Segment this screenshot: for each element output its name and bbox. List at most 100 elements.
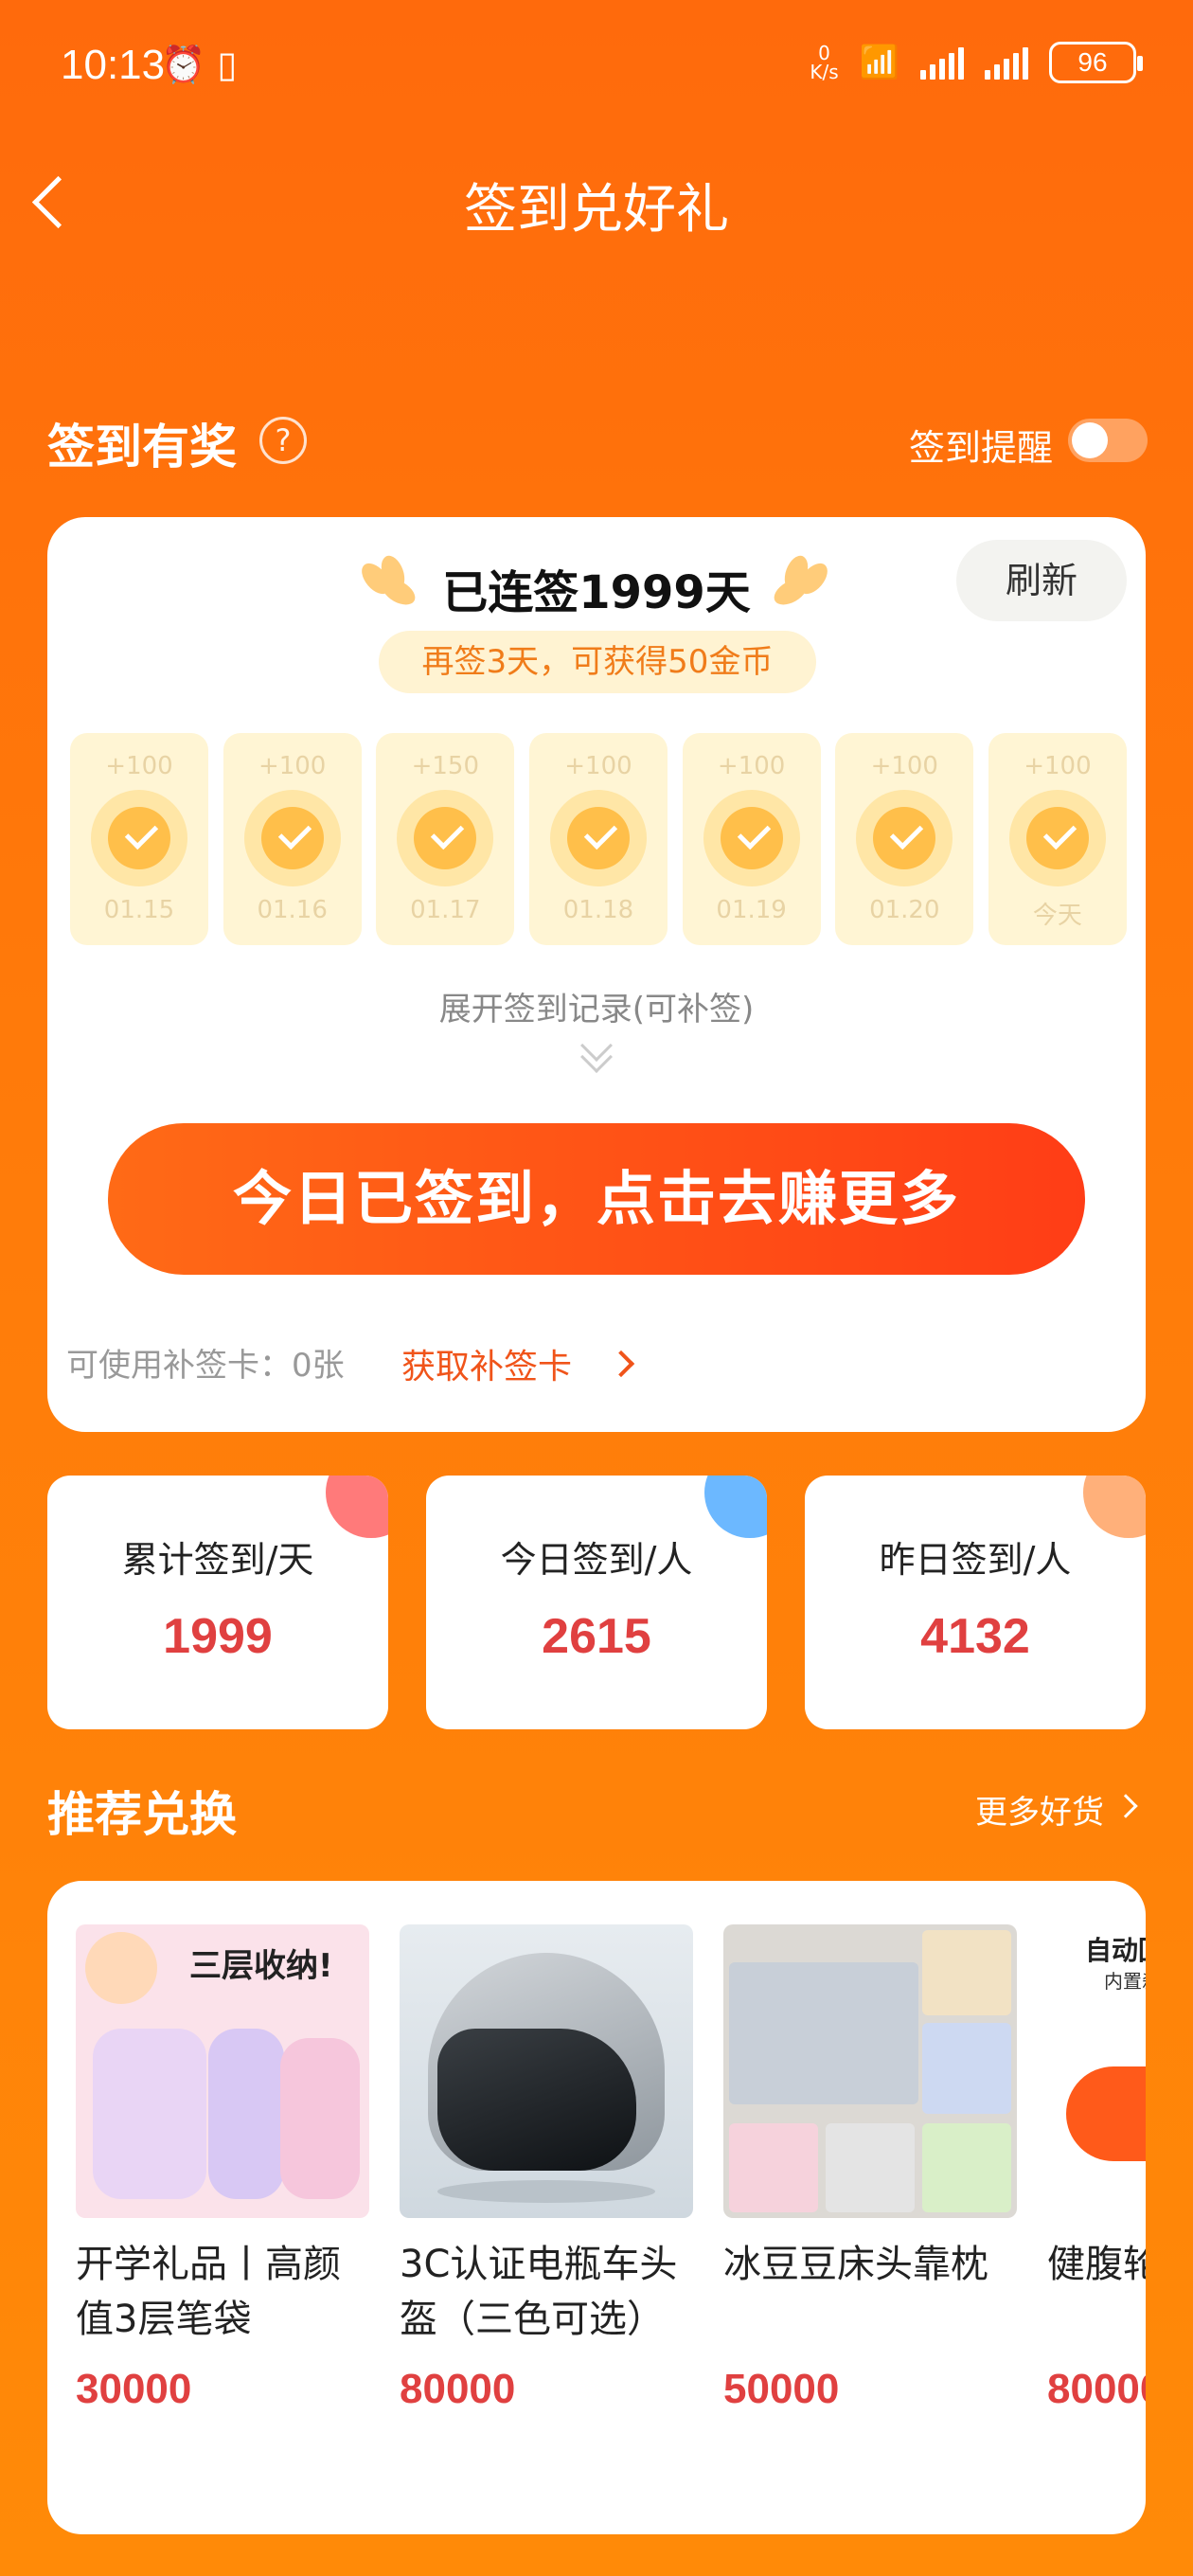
- product-item[interactable]: 三层收纳! 开学礼品丨高颜值3层笔袋 30000: [76, 1924, 369, 2413]
- product-image-pillow: [723, 1924, 1017, 2218]
- battery-icon: 96: [1049, 42, 1143, 83]
- stat-value: 1999: [163, 1609, 273, 1664]
- stat-card-total: 累计签到/天 1999: [47, 1476, 388, 1729]
- reminder-toggle[interactable]: [1068, 419, 1148, 462]
- more-goods-link[interactable]: 更多好货: [975, 1786, 1104, 1833]
- product-name: 3C认证电瓶车头盔（三色可选）: [400, 2243, 678, 2341]
- image-sub-text: 内置刹: [1104, 1970, 1146, 1993]
- check-icon: [1008, 790, 1106, 886]
- day-points: +100: [258, 752, 327, 780]
- decor-dot: [326, 1476, 388, 1538]
- day-points: +100: [717, 752, 786, 780]
- status-right: 0 K/s 📶 96: [810, 42, 1143, 83]
- day-date: 01.19: [716, 896, 787, 924]
- refresh-button[interactable]: 刷新: [956, 540, 1127, 621]
- get-makeup-card-link[interactable]: 获取补签卡: [401, 1339, 572, 1388]
- decor-dot: [704, 1476, 767, 1538]
- expand-record-link[interactable]: 展开签到记录(可补签): [47, 983, 1146, 1029]
- earn-more-button[interactable]: 今日已签到，点击去赚更多: [108, 1123, 1085, 1275]
- day-date: 01.20: [869, 896, 940, 924]
- decor-dot: [1083, 1476, 1146, 1538]
- product-item[interactable]: 自动回 内置刹 健腹轮 80000: [1047, 1924, 1146, 2413]
- image-banner-text: 自动回: [1085, 1935, 1146, 1966]
- day-cell: +100 01.20: [835, 733, 974, 945]
- product-price: 80000: [400, 2366, 516, 2412]
- day-date: 01.17: [410, 896, 481, 924]
- stat-card-yesterday: 昨日签到/人 4132: [805, 1476, 1146, 1729]
- product-item[interactable]: 冰豆豆床头靠枕 50000: [723, 1924, 1017, 2413]
- stat-value: 2615: [542, 1609, 651, 1664]
- product-price: 80000: [1047, 2366, 1146, 2412]
- check-icon: [549, 790, 647, 886]
- recommend-list: 三层收纳! 开学礼品丨高颜值3层笔袋 30000 3C认证电瓶车头盔（三色可选）…: [47, 1881, 1146, 2534]
- chevron-right-icon[interactable]: [607, 1350, 635, 1378]
- status-bar: 10:13 ⏰ ▯ 0 K/s 📶 96: [0, 0, 1193, 142]
- sign-card: 已连签1999天 刷新 再签3天，可获得50金币 +100 01.15 +100 0…: [47, 517, 1146, 1432]
- pillow-shape: [922, 2023, 1011, 2114]
- day-points: +100: [870, 752, 938, 780]
- check-icon: [91, 790, 187, 886]
- stat-card-today: 今日签到/人 2615: [426, 1476, 767, 1729]
- pillow-shape: [729, 1962, 918, 2104]
- wheat-right-icon: [763, 552, 833, 611]
- pillow-shape: [729, 2123, 818, 2212]
- helmet-stand: [437, 2180, 655, 2203]
- image-banner-text: 三层收纳!: [189, 1947, 333, 1985]
- toggle-knob: [1072, 422, 1108, 458]
- roller-shape: [1066, 2066, 1146, 2161]
- day-cell: +100 01.19: [682, 733, 821, 945]
- page-title: 签到兑好礼: [464, 179, 729, 241]
- day-date: 01.15: [103, 896, 175, 924]
- recommend-title: 推荐兑换: [47, 1787, 237, 1842]
- bag-shape: [280, 2038, 360, 2199]
- wifi-icon: 📶: [859, 44, 899, 81]
- bag-shape: [93, 2029, 206, 2199]
- check-icon: [703, 790, 800, 886]
- day-points: +150: [411, 752, 480, 780]
- day-date: 01.16: [257, 896, 328, 924]
- alarm-vibrate-icons: ⏰ ▯: [161, 44, 238, 85]
- makeup-card-count: 可使用补签卡：0张: [66, 1347, 345, 1385]
- stat-label: 今日签到/人: [500, 1539, 693, 1581]
- pillow-shape: [922, 1930, 1011, 2015]
- product-image-pencil-case: 三层收纳!: [76, 1924, 369, 2218]
- sign-section-title: 签到有奖: [47, 420, 237, 474]
- product-image-ab-roller: 自动回 内置刹: [1047, 1924, 1146, 2218]
- product-price: 30000: [76, 2366, 192, 2412]
- product-image-helmet: [400, 1924, 693, 2218]
- product-name: 冰豆豆床头靠枕: [723, 2243, 988, 2286]
- product-name: 开学礼品丨高颜值3层笔袋: [76, 2243, 341, 2341]
- check-icon: [243, 790, 341, 886]
- day-points: +100: [1024, 752, 1092, 780]
- net-speed: 0 K/s: [810, 44, 838, 81]
- day-points: +100: [564, 752, 632, 780]
- promo-pill: 再签3天，可获得50金币: [379, 631, 816, 693]
- product-name: 健腹轮: [1047, 2243, 1146, 2286]
- product-item[interactable]: 3C认证电瓶车头盔（三色可选） 80000: [400, 1924, 693, 2413]
- day-cell: +100 01.15: [70, 733, 208, 945]
- status-time: 10:13: [61, 42, 166, 88]
- pillow-shape: [922, 2123, 1011, 2212]
- day-date: 01.18: [562, 896, 634, 924]
- check-icon: [856, 790, 953, 886]
- help-icon[interactable]: ?: [259, 417, 307, 464]
- reminder-label: 签到提醒: [909, 427, 1054, 469]
- product-price: 50000: [723, 2366, 840, 2412]
- stat-value: 4132: [920, 1609, 1030, 1664]
- helmet-visor: [437, 2029, 636, 2171]
- pillow-shape: [826, 2123, 915, 2212]
- double-chevron-down-icon[interactable]: [578, 1029, 615, 1073]
- day-points: +100: [105, 752, 173, 780]
- day-cell-today: +100 今天: [988, 733, 1127, 945]
- day-cell: +100 01.16: [223, 733, 362, 945]
- chevron-right-icon[interactable]: [1113, 1794, 1138, 1818]
- stat-label: 昨日签到/人: [879, 1539, 1072, 1581]
- signal-icon-2: [985, 45, 1028, 80]
- bag-shape: [208, 2029, 284, 2199]
- day-strip: +100 01.15 +100 01.16 +150 01.17 +100 01.18 …: [70, 733, 1127, 945]
- check-icon: [397, 790, 494, 886]
- day-cell: +150 01.17: [376, 733, 515, 945]
- girl-illustration: [85, 1932, 157, 2004]
- stat-label: 累计签到/天: [121, 1539, 314, 1581]
- day-date: 今天: [1032, 902, 1082, 930]
